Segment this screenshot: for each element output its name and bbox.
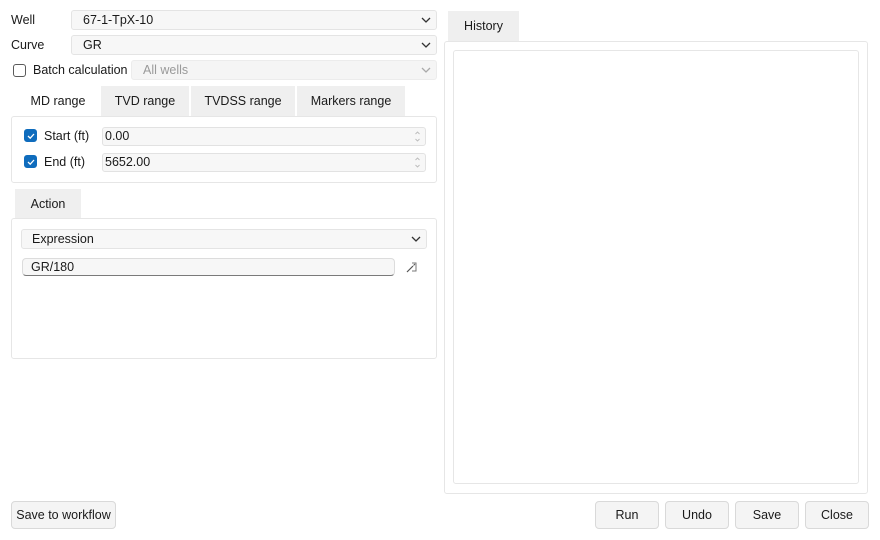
start-checkbox[interactable] xyxy=(24,129,37,142)
history-list[interactable] xyxy=(453,50,859,484)
range-panel: Start (ft) 0.00 End (ft) 5652.00 xyxy=(11,116,437,183)
action-type-combobox[interactable]: Expression xyxy=(21,229,427,249)
chevron-down-icon xyxy=(421,42,431,48)
checkmark-icon xyxy=(27,133,35,140)
curve-label: Curve xyxy=(11,38,45,52)
batch-calculation-label: Batch calculation xyxy=(33,63,128,77)
save-to-workflow-button[interactable]: Save to workflow xyxy=(11,501,116,529)
batch-wells-combobox[interactable]: All wells xyxy=(131,60,437,80)
undo-button[interactable]: Undo xyxy=(665,501,729,529)
end-checkbox[interactable] xyxy=(24,155,37,168)
chevron-down-icon xyxy=(411,236,421,242)
action-type-value: Expression xyxy=(32,232,94,246)
well-combobox[interactable]: 67-1-TpX-10 xyxy=(71,10,437,30)
action-panel: Expression GR/180 xyxy=(11,218,437,359)
start-input[interactable]: 0.00 xyxy=(102,127,426,146)
start-value: 0.00 xyxy=(105,129,130,143)
history-panel xyxy=(444,41,868,494)
curve-value: GR xyxy=(83,38,102,52)
tab-action[interactable]: Action xyxy=(15,189,81,219)
spinner-arrows-icon[interactable] xyxy=(415,130,420,143)
expression-input[interactable]: GR/180 xyxy=(22,258,395,276)
chevron-down-icon xyxy=(421,67,431,73)
tab-tvd-range[interactable]: TVD range xyxy=(101,86,189,116)
end-label: End (ft) xyxy=(44,155,85,169)
well-value: 67-1-TpX-10 xyxy=(83,13,154,27)
end-value: 5652.00 xyxy=(105,155,151,169)
curve-combobox[interactable]: GR xyxy=(71,35,437,55)
end-input[interactable]: 5652.00 xyxy=(102,153,426,172)
spinner-arrows-icon[interactable] xyxy=(415,156,420,169)
run-button[interactable]: Run xyxy=(595,501,659,529)
tab-tvdss-range[interactable]: TVDSS range xyxy=(191,86,295,116)
tab-md-range[interactable]: MD range xyxy=(15,86,101,116)
save-button[interactable]: Save xyxy=(735,501,799,529)
expression-editor-icon[interactable] xyxy=(405,260,419,274)
start-label: Start (ft) xyxy=(44,129,90,143)
batch-calculation-checkbox[interactable] xyxy=(13,64,26,77)
checkmark-icon xyxy=(27,159,35,166)
batch-wells-value: All wells xyxy=(143,63,189,77)
expression-value: GR/180 xyxy=(31,260,75,274)
well-label: Well xyxy=(11,13,36,27)
tab-markers-range[interactable]: Markers range xyxy=(297,86,405,116)
tab-history[interactable]: History xyxy=(448,11,519,41)
chevron-down-icon xyxy=(421,17,431,23)
close-button[interactable]: Close xyxy=(805,501,869,529)
